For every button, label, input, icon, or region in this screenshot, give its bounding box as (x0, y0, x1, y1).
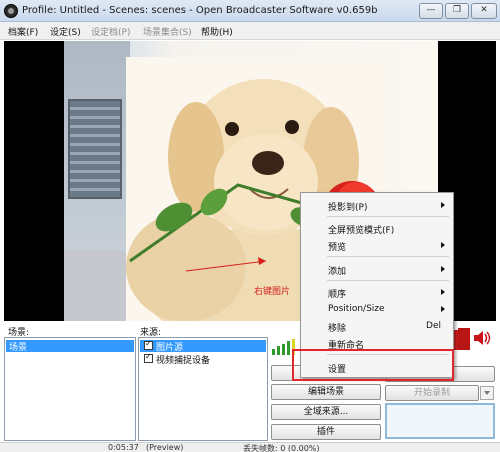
scene-list[interactable]: 场景 (4, 337, 136, 441)
recording-dropdown-button[interactable] (480, 386, 494, 400)
annotation-label: 右键图片 (254, 287, 291, 297)
source-list[interactable]: 图片源 视频捕捉设备 (138, 337, 268, 441)
menu-item-label: 顺序 (328, 290, 347, 300)
menu-item-fullscreen-preview[interactable]: 全屏预览模式(F) (303, 220, 451, 236)
submenu-arrow-icon (441, 266, 445, 272)
close-icon: ✕ (480, 5, 488, 15)
source-item-label: 图片源 (156, 343, 184, 353)
menu-settings[interactable]: 设定(S) (50, 25, 81, 38)
menu-bar: 档案(F) 设定(S) 设定档(P) 场景集合(S) 帮助(H) (0, 22, 500, 40)
menu-item-project-to[interactable]: 投影到(P) (303, 197, 451, 213)
status-preview: (Preview) (146, 443, 184, 452)
menu-item-position-size[interactable]: Position/Size (303, 301, 451, 317)
menu-separator (327, 256, 449, 257)
menu-item-label: 全屏预览模式(F) (328, 226, 395, 236)
preview-toggle-frame[interactable] (385, 403, 495, 439)
submenu-arrow-icon (441, 202, 445, 208)
list-item[interactable]: 视频捕捉设备 (140, 352, 266, 366)
plugins-button[interactable]: 插件 (271, 424, 381, 440)
global-sources-button[interactable]: 全域来源... (271, 404, 381, 420)
status-time: 0:05:37 (108, 443, 139, 452)
menu-item-shortcut: Del (426, 321, 441, 331)
speaker-icon[interactable] (472, 328, 492, 348)
menu-item-label: 移除 (328, 324, 347, 334)
menu-help[interactable]: 帮助(H) (201, 25, 233, 38)
status-dropped-frames: 丢失帧数: 0 (0.00%) (243, 444, 320, 452)
list-item[interactable]: 场景 (6, 340, 134, 353)
edit-scene-button[interactable]: 编辑场景 (271, 384, 381, 400)
menu-separator (327, 216, 449, 217)
obs-logo-icon (4, 4, 18, 18)
status-bar: 0:05:37 (Preview) 丢失帧数: 0 (0.00%) (0, 442, 500, 452)
minimize-icon: — (426, 5, 436, 15)
menu-item-label: 添加 (328, 267, 347, 277)
menu-item-label: 预览 (328, 243, 347, 253)
submenu-arrow-icon (441, 306, 445, 312)
floor (64, 251, 130, 321)
maximize-icon: ❐ (452, 5, 462, 15)
mic-volume-indicator[interactable] (458, 328, 470, 350)
source-item-label: 视频捕捉设备 (156, 356, 211, 366)
source-checkbox[interactable] (144, 352, 153, 363)
menu-separator (327, 280, 449, 281)
source-checkbox[interactable] (144, 339, 153, 350)
submenu-arrow-icon (441, 242, 445, 248)
scene-item-label: 场景 (9, 343, 28, 353)
start-recording-button[interactable]: 开始录制 (385, 385, 479, 401)
close-button[interactable]: ✕ (471, 3, 497, 19)
menu-item-order[interactable]: 顺序 (303, 284, 451, 300)
menu-item-remove[interactable]: 移除 Del (303, 318, 451, 334)
menu-scene-collection[interactable]: 场景集合(S) (143, 25, 192, 38)
submenu-arrow-icon (441, 289, 445, 295)
minimize-button[interactable]: — (419, 3, 443, 19)
window-title: Profile: Untitled - Scenes: scenes - Ope… (22, 5, 378, 16)
menu-item-add[interactable]: 添加 (303, 261, 451, 277)
menu-item-label: 投影到(P) (328, 203, 368, 213)
menu-item-preview[interactable]: 预览 (303, 237, 451, 253)
menu-item-label: Position/Size (328, 304, 385, 314)
maximize-button[interactable]: ❐ (445, 3, 469, 19)
menu-profiles[interactable]: 设定档(P) (91, 25, 130, 38)
room-background (64, 41, 130, 321)
list-item[interactable]: 图片源 (140, 339, 266, 353)
annotation-highlight-box (292, 349, 454, 381)
title-bar: Profile: Untitled - Scenes: scenes - Ope… (0, 0, 500, 22)
window-blinds (68, 99, 122, 199)
menu-file[interactable]: 档案(F) (8, 25, 38, 38)
